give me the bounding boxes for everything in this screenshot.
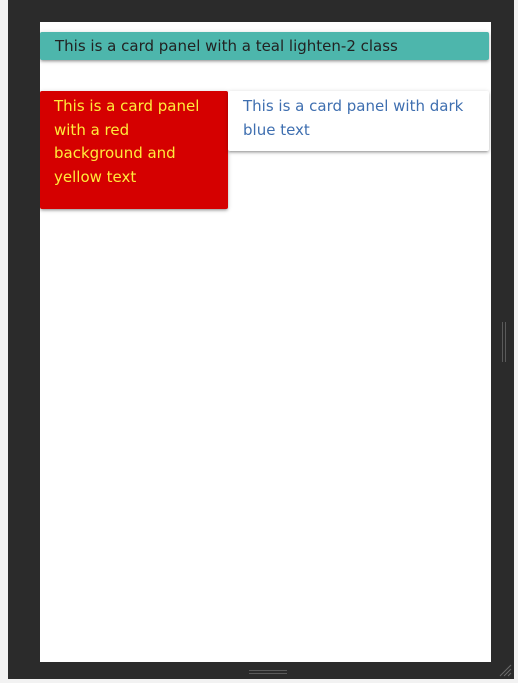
red-card-panel: This is a card panel with a red backgrou… bbox=[40, 91, 228, 209]
device-frame: This is a card panel with a teal lighten… bbox=[0, 0, 518, 683]
page-viewport: This is a card panel with a teal lighten… bbox=[40, 22, 491, 662]
frame-edge-right bbox=[514, 0, 518, 683]
frame-edge-bottom bbox=[0, 679, 518, 683]
teal-card-panel: This is a card panel with a teal lighten… bbox=[40, 32, 489, 60]
resize-grip-icon[interactable] bbox=[498, 663, 512, 677]
drag-handle-icon[interactable] bbox=[500, 322, 508, 362]
frame-edge-left bbox=[0, 0, 8, 683]
blue-text-card-panel: This is a card panel with dark blue text bbox=[228, 91, 489, 151]
bottom-drag-handle-icon[interactable] bbox=[249, 668, 287, 676]
